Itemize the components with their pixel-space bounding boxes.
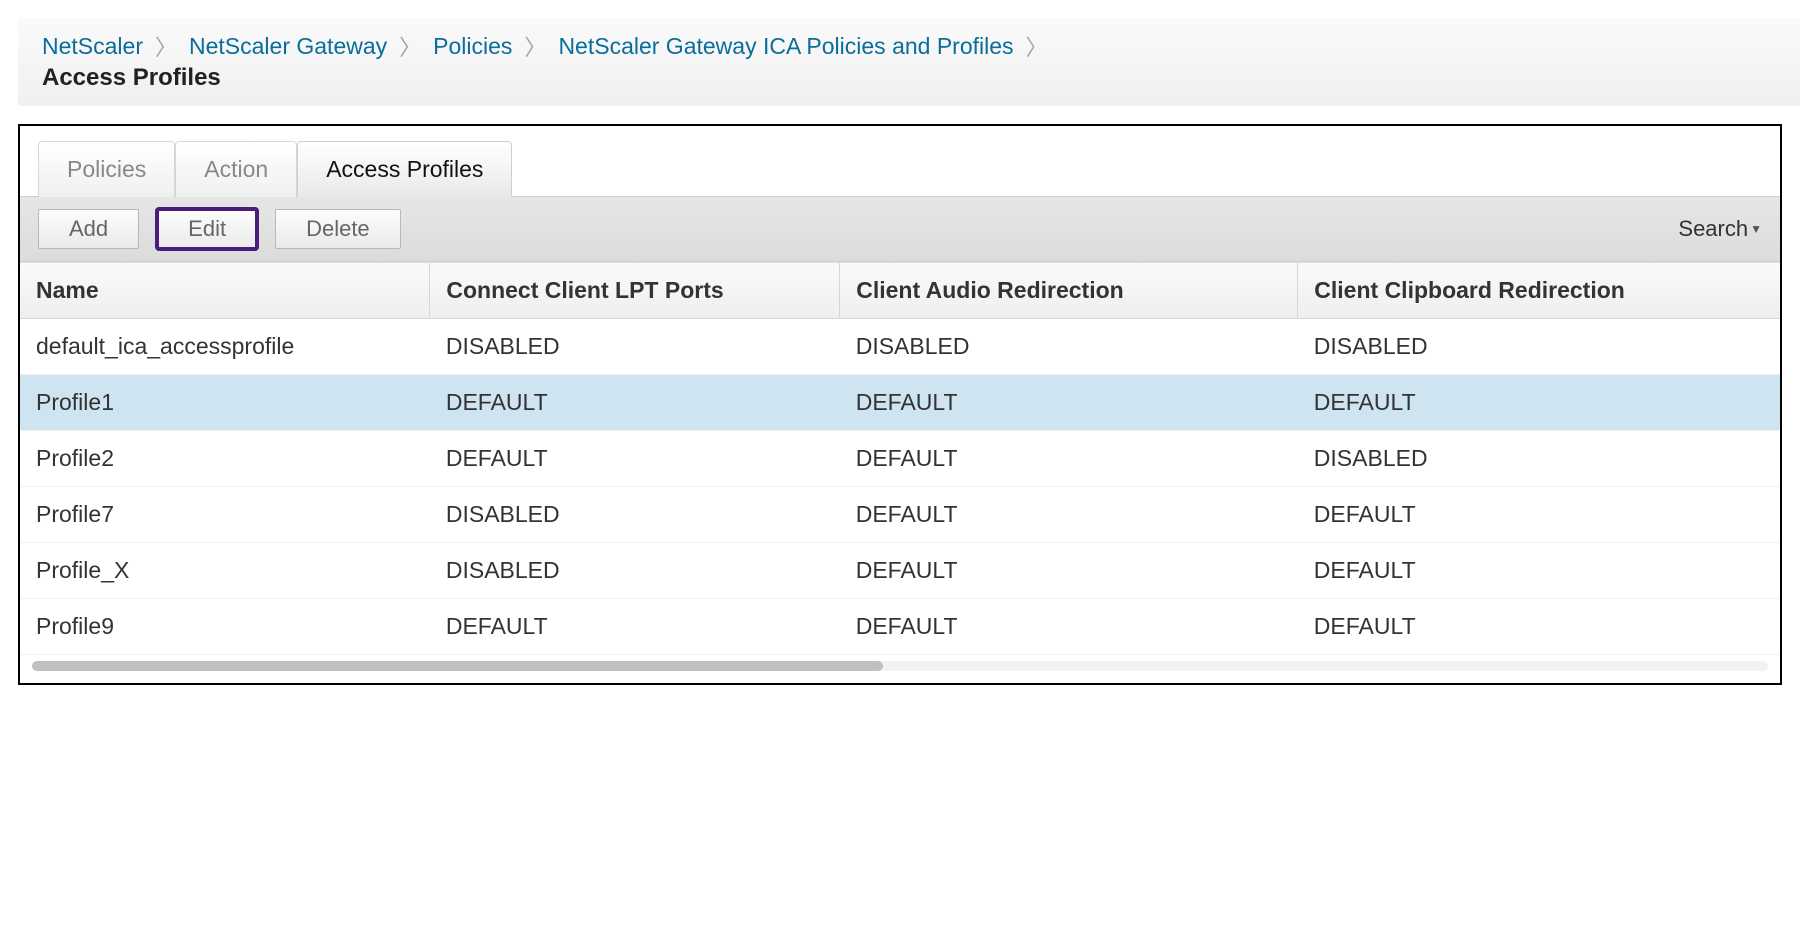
- toolbar: Add Edit Delete Search ▼: [20, 196, 1780, 262]
- table-wrap: Name Connect Client LPT Ports Client Aud…: [20, 262, 1780, 655]
- table-row[interactable]: Profile9DEFAULTDEFAULTDEFAULT: [20, 599, 1780, 655]
- table-cell: Profile2: [20, 431, 430, 487]
- breadcrumb-link-0[interactable]: NetScaler: [42, 33, 143, 60]
- column-header-name[interactable]: Name: [20, 263, 430, 319]
- tab-access-profiles[interactable]: Access Profiles: [297, 141, 512, 197]
- column-header-clipboard[interactable]: Client Clipboard Redirection: [1298, 263, 1780, 319]
- table-row[interactable]: Profile_XDISABLEDDEFAULTDEFAULT: [20, 543, 1780, 599]
- table-cell: DISABLED: [430, 319, 840, 375]
- breadcrumb-link-3[interactable]: NetScaler Gateway ICA Policies and Profi…: [558, 33, 1013, 60]
- search-label: Search: [1678, 216, 1748, 242]
- table-cell: Profile7: [20, 487, 430, 543]
- table-cell: default_ica_accessprofile: [20, 319, 430, 375]
- scrollbar-thumb[interactable]: [32, 661, 883, 671]
- delete-button[interactable]: Delete: [275, 209, 401, 249]
- table-cell: DEFAULT: [840, 431, 1298, 487]
- main-panel: Policies Action Access Profiles Add Edit…: [18, 124, 1782, 685]
- tab-policies[interactable]: Policies: [38, 141, 175, 197]
- table-cell: DEFAULT: [430, 599, 840, 655]
- tabs: Policies Action Access Profiles: [20, 140, 1780, 196]
- table-cell: DISABLED: [840, 319, 1298, 375]
- table-cell: Profile9: [20, 599, 430, 655]
- table-cell: DEFAULT: [1298, 487, 1780, 543]
- table-cell: DISABLED: [430, 487, 840, 543]
- table-header-row: Name Connect Client LPT Ports Client Aud…: [20, 263, 1780, 319]
- table-cell: DEFAULT: [1298, 599, 1780, 655]
- chevron-right-icon: 〉: [1022, 30, 1052, 62]
- table-row[interactable]: Profile1DEFAULTDEFAULTDEFAULT: [20, 375, 1780, 431]
- search-button[interactable]: Search ▼: [1678, 216, 1762, 242]
- table-cell: DEFAULT: [430, 375, 840, 431]
- edit-button[interactable]: Edit: [157, 209, 257, 249]
- table-cell: DISABLED: [1298, 319, 1780, 375]
- table-cell: DISABLED: [430, 543, 840, 599]
- table-row[interactable]: Profile2DEFAULTDEFAULTDISABLED: [20, 431, 1780, 487]
- caret-down-icon: ▼: [1750, 222, 1762, 236]
- chevron-right-icon: 〉: [520, 30, 550, 62]
- table-cell: DEFAULT: [840, 543, 1298, 599]
- table-row[interactable]: Profile7DISABLEDDEFAULTDEFAULT: [20, 487, 1780, 543]
- table-cell: DEFAULT: [430, 431, 840, 487]
- table-cell: DEFAULT: [840, 599, 1298, 655]
- breadcrumb: NetScaler 〉 NetScaler Gateway 〉 Policies…: [42, 30, 1776, 62]
- table-cell: DEFAULT: [1298, 543, 1780, 599]
- table-cell: Profile_X: [20, 543, 430, 599]
- table-row[interactable]: default_ica_accessprofileDISABLEDDISABLE…: [20, 319, 1780, 375]
- access-profiles-table: Name Connect Client LPT Ports Client Aud…: [20, 263, 1780, 655]
- horizontal-scrollbar[interactable]: [32, 661, 1768, 671]
- column-header-lpt[interactable]: Connect Client LPT Ports: [430, 263, 840, 319]
- breadcrumb-bar: NetScaler 〉 NetScaler Gateway 〉 Policies…: [18, 18, 1800, 106]
- breadcrumb-current: Access Profiles: [42, 64, 1776, 92]
- add-button[interactable]: Add: [38, 209, 139, 249]
- chevron-right-icon: 〉: [151, 30, 181, 62]
- column-header-audio[interactable]: Client Audio Redirection: [840, 263, 1298, 319]
- tab-action[interactable]: Action: [175, 141, 297, 197]
- table-cell: DEFAULT: [840, 487, 1298, 543]
- table-cell: DEFAULT: [1298, 375, 1780, 431]
- chevron-right-icon: 〉: [395, 30, 425, 62]
- table-cell: DEFAULT: [840, 375, 1298, 431]
- table-cell: Profile1: [20, 375, 430, 431]
- breadcrumb-link-1[interactable]: NetScaler Gateway: [189, 33, 387, 60]
- table-cell: DISABLED: [1298, 431, 1780, 487]
- breadcrumb-link-2[interactable]: Policies: [433, 33, 512, 60]
